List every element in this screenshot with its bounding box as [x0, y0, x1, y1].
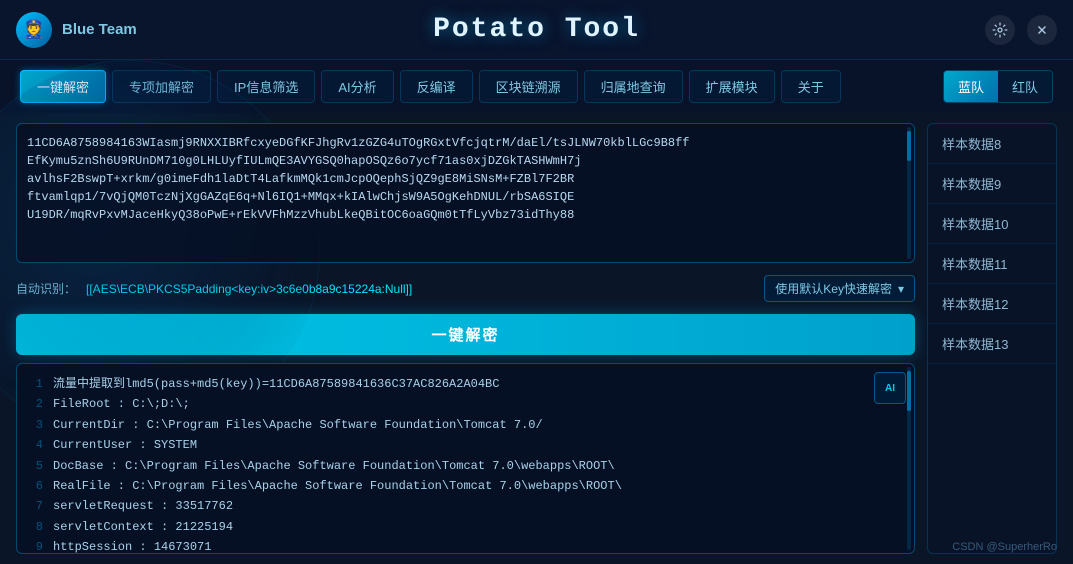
tab-one-click-decrypt[interactable]: 一键解密: [20, 70, 106, 103]
tab-ip-filter[interactable]: IP信息筛选: [217, 70, 315, 103]
detect-row: 自动识别： [[AES\ECB\PKCS5Padding<key:iv>3c6e…: [16, 271, 915, 306]
sample-item-9[interactable]: 样本数据9: [928, 164, 1056, 204]
key-select-dropdown[interactable]: 使用默认Key快速解密 ▾: [764, 275, 915, 302]
key-select-label: 使用默认Key快速解密: [775, 280, 892, 297]
output-line-2: 2 FileRoot : C:\;D:\;: [31, 394, 900, 414]
input-scroll-thumb[interactable]: [907, 131, 911, 161]
sample-item-13[interactable]: 样本数据13: [928, 324, 1056, 364]
app-logo: 👮: [16, 12, 52, 48]
output-line-9: 9 httpSession : 14673071: [31, 537, 900, 554]
title-bar-right: [985, 15, 1057, 45]
tab-about[interactable]: 关于: [781, 70, 841, 103]
settings-button[interactable]: [985, 15, 1015, 45]
decrypt-button[interactable]: 一键解密: [16, 314, 915, 355]
output-line-6: 6 RealFile : C:\Program Files\Apache Sof…: [31, 476, 900, 496]
team-toggle: 蓝队 红队: [943, 70, 1053, 103]
output-lines: 1 流量中提取到lmd5(pass+md5(key))=11CD6A875898…: [31, 374, 900, 554]
close-button[interactable]: [1027, 15, 1057, 45]
sample-item-8[interactable]: 样本数据8: [928, 124, 1056, 164]
title-bar-left: 👮 Blue Team: [16, 12, 137, 48]
output-line-7: 7 servletRequest : 33517762: [31, 496, 900, 516]
output-line-1: 1 流量中提取到lmd5(pass+md5(key))=11CD6A875898…: [31, 374, 900, 394]
input-area: 11CD6A8758984163WIasmj9RNXXIBRfcxyeDGfKF…: [16, 123, 915, 263]
app-title: Blue Team: [62, 21, 137, 38]
ai-badge: AI: [874, 372, 906, 404]
output-scroll-thumb[interactable]: [907, 371, 911, 411]
detect-label: 自动识别：: [16, 280, 76, 297]
detect-value: [[AES\ECB\PKCS5Padding<key:iv>3c6e0b8a9c…: [86, 282, 754, 296]
nav-bar: 一键解密 专项加解密 IP信息筛选 AI分析 反编译 区块链溯源 归属地查询 扩…: [0, 60, 1073, 113]
output-line-8: 8 servletContext : 21225194: [31, 517, 900, 537]
main-title: Potato Tool: [433, 14, 640, 45]
tab-ai-analysis[interactable]: AI分析: [321, 70, 393, 103]
cipher-input[interactable]: 11CD6A8758984163WIasmj9RNXXIBRfcxyeDGfKF…: [27, 134, 904, 252]
tab-extend[interactable]: 扩展模块: [689, 70, 775, 103]
output-line-5: 5 DocBase : C:\Program Files\Apache Soft…: [31, 456, 900, 476]
red-team-button[interactable]: 红队: [998, 71, 1052, 102]
sample-item-11[interactable]: 样本数据11: [928, 244, 1056, 284]
output-line-3: 3 CurrentDir : C:\Program Files\Apache S…: [31, 415, 900, 435]
tab-attribution[interactable]: 归属地查询: [584, 70, 683, 103]
input-scroll-track: [907, 127, 911, 259]
sample-panel: 样本数据8 样本数据9 样本数据10 样本数据11 样本数据12 样本数据13: [927, 123, 1057, 554]
footer-text: CSDN @SuperherRo: [952, 541, 1057, 553]
tab-blockchain[interactable]: 区块链溯源: [479, 70, 578, 103]
output-line-4: 4 CurrentUser : SYSTEM: [31, 435, 900, 455]
tab-special-decrypt[interactable]: 专项加解密: [112, 70, 211, 103]
main-content: 11CD6A8758984163WIasmj9RNXXIBRfcxyeDGfKF…: [0, 113, 1073, 564]
dropdown-icon: ▾: [898, 282, 904, 296]
title-bar: 👮 Blue Team Potato Tool: [0, 0, 1073, 60]
output-area: 1 流量中提取到lmd5(pass+md5(key))=11CD6A875898…: [16, 363, 915, 554]
output-scroll-track: [907, 367, 911, 550]
title-bar-center: Potato Tool: [433, 14, 640, 45]
sample-item-10[interactable]: 样本数据10: [928, 204, 1056, 244]
tab-decompile[interactable]: 反编译: [400, 70, 473, 103]
sample-item-12[interactable]: 样本数据12: [928, 284, 1056, 324]
blue-team-button[interactable]: 蓝队: [944, 71, 998, 102]
logo-emoji: 👮: [23, 19, 45, 40]
left-panel: 11CD6A8758984163WIasmj9RNXXIBRfcxyeDGfKF…: [16, 123, 915, 554]
